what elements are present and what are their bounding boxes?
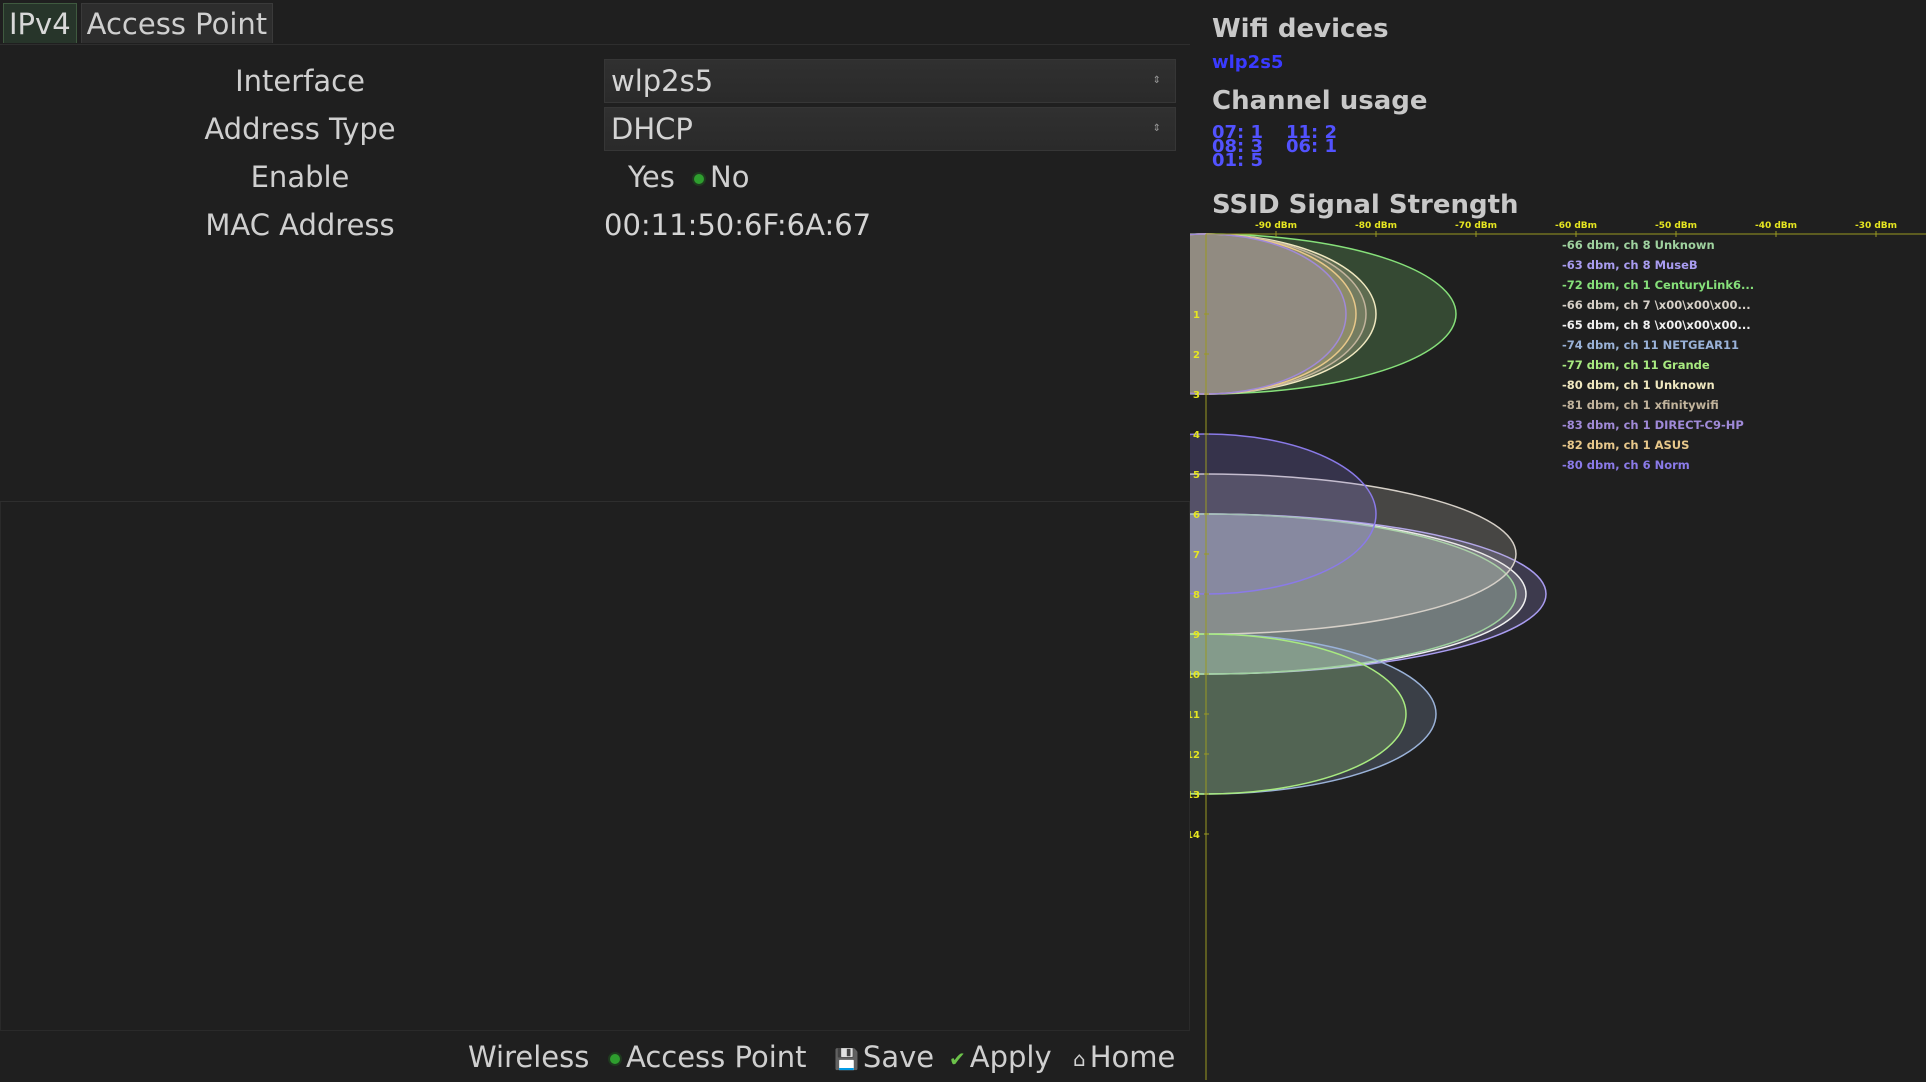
y-tick-label: 6 [1193,510,1200,521]
enable-yes-radio[interactable]: Yes [628,155,675,199]
legend-label: -65 dbm, ch 8 \x00\x00\x00... [1562,318,1751,332]
tab-ipv4[interactable]: IPv4 [3,3,77,43]
y-tick-label: 13 [1190,790,1200,801]
enable-row: Enable Yes No [0,155,1190,199]
mac-value: 00:11:50:6F:6A:67 [604,208,872,242]
y-tick-label: 1 [1193,310,1200,321]
enable-label: Enable [250,160,350,194]
mac-row: MAC Address 00:11:50:6F:6A:67 [0,203,1190,247]
legend-label: -80 dbm, ch 1 Unknown [1562,378,1715,392]
bottom-toolbar: Wireless Access Point 💾 Save ✔ Apply ⌂ Home [0,1034,1190,1080]
legend-label: -80 dbm, ch 6 Norm [1562,458,1690,472]
legend-label: -66 dbm, ch 7 \x00\x00\x00... [1562,298,1751,312]
home-label: Home [1089,1040,1176,1074]
x-tick-label: -70 dBm [1455,221,1497,231]
save-label: Save [862,1040,935,1074]
channel-usage-item: 01: 5 [1212,150,1264,171]
legend-label: -74 dbm, ch 11 NETGEAR11 [1562,338,1739,352]
save-icon: 💾 [834,1047,859,1071]
x-tick-label: -30 dBm [1855,221,1897,231]
x-tick-label: -50 dBm [1655,221,1697,231]
apply-label: Apply [969,1040,1052,1074]
dropdown-arrow-icon: ⇕ [1152,123,1161,134]
home-button[interactable]: ⌂ Home [1073,1034,1175,1082]
access-point-label: Access Point [626,1040,807,1074]
enable-no-radio[interactable]: No [694,155,749,199]
interface-select[interactable]: wlp2s5 ⇕ [604,59,1176,103]
x-tick-label: -40 dBm [1755,221,1797,231]
y-tick-label: 3 [1193,390,1200,401]
home-icon: ⌂ [1073,1047,1086,1071]
y-tick-label: 4 [1193,430,1200,441]
interface-label: Interface [235,64,365,98]
settings-panel: Interface wlp2s5 ⇕ Address Type DHCP ⇕ E… [0,44,1190,502]
y-tick-label: 2 [1193,350,1200,361]
interface-row: Interface wlp2s5 ⇕ [0,59,1190,103]
legend-label: -81 dbm, ch 1 xfinitywifi [1562,398,1719,412]
legend-label: -63 dbm, ch 8 MuseB [1562,258,1698,272]
legend-label: -82 dbm, ch 1 ASUS [1562,438,1689,452]
address-type-value: DHCP [611,112,693,146]
y-tick-label: 12 [1190,750,1200,761]
access-point-button[interactable]: Access Point [610,1034,807,1080]
legend-label: -77 dbm, ch 11 Grande [1562,358,1710,372]
wireless-button[interactable]: Wireless [468,1034,589,1080]
y-tick-label: 8 [1193,590,1200,601]
x-tick-label: -60 dBm [1555,221,1597,231]
checkmark-icon: ✔ [949,1047,966,1071]
channel-usage-title: Channel usage [1212,86,1428,116]
apply-button[interactable]: ✔ Apply [949,1034,1052,1082]
dropdown-arrow-icon: ⇕ [1152,75,1161,86]
y-tick-label: 7 [1193,550,1200,561]
enable-yes-label: Yes [628,160,675,194]
mac-label: MAC Address [205,208,395,242]
y-tick-label: 11 [1190,710,1200,721]
right-pane: Wifi devices wlp2s5 Channel usage 07: 1 … [1190,0,1926,1080]
y-tick-label: 5 [1193,470,1200,481]
y-tick-label: 9 [1193,630,1200,641]
y-tick-label: 14 [1190,830,1200,841]
tab-access-point[interactable]: Access Point [80,3,274,43]
x-tick-label: -80 dBm [1355,221,1397,231]
address-type-select[interactable]: DHCP ⇕ [604,107,1176,151]
enable-no-label: No [710,160,750,194]
legend-label: -66 dbm, ch 8 Unknown [1562,238,1715,252]
wifi-device-link[interactable]: wlp2s5 [1212,52,1283,73]
address-type-row: Address Type DHCP ⇕ [0,107,1190,151]
tab-bar: IPv4 Access Point [3,3,274,43]
radio-selected-icon [610,1054,620,1064]
signal-strength-chart: -90 dBm -80 dBm -70 dBm -60 dBm -50 dBm -40 d… [1190,221,1926,1080]
interface-value: wlp2s5 [611,64,714,98]
y-tick-label: 10 [1190,670,1200,681]
legend-label: -72 dbm, ch 1 CenturyLink6... [1562,278,1754,292]
channel-usage-item: 06: 1 [1286,136,1338,157]
legend-label: -83 dbm, ch 1 DIRECT-C9-HP [1562,418,1744,432]
empty-panel [0,502,1190,1031]
x-tick-label: -90 dBm [1255,221,1297,231]
address-type-label: Address Type [204,112,396,146]
wifi-devices-title: Wifi devices [1212,14,1389,44]
save-button[interactable]: 💾 Save [834,1034,934,1082]
left-pane: IPv4 Access Point Interface wlp2s5 ⇕ Add… [0,0,1190,1080]
radio-selected-icon [694,174,704,184]
